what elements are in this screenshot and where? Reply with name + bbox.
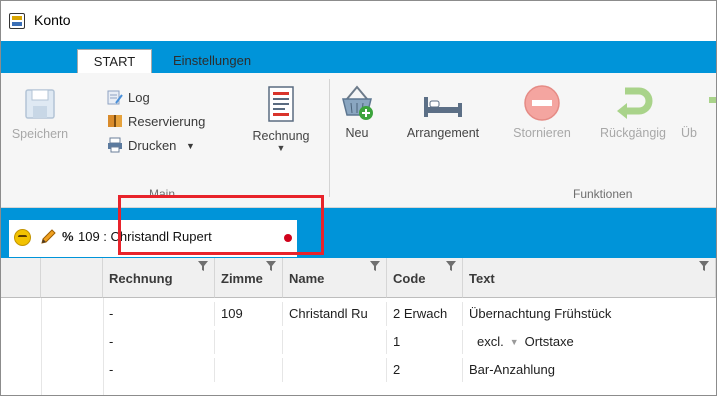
cancel-label: Stornieren [513,126,571,140]
cell-zimmer: 109 [215,302,283,326]
reservation-label: Reservierung [128,114,206,129]
save-label: Speichern [11,127,69,141]
book-icon [108,115,122,127]
ribbon: Speichern Log Reservierung Drucken ▼ Rec… [1,73,716,208]
group-label-functions: Funktionen [573,187,633,201]
invoice-label: Rechnung [252,129,310,143]
cell-rechnung: - [103,330,215,354]
cancel-button[interactable]: Stornieren [501,83,583,140]
printer-icon [108,137,122,153]
cell-zimmer [215,358,283,382]
column-header-indicator[interactable] [1,258,41,298]
invoice-icon [268,86,294,122]
document-tab-bar: % 109 : Christandl Rupert [1,208,716,258]
tax-mode-select[interactable]: excl. [477,334,504,349]
group-separator [329,79,330,197]
cell-code: 2 Erwach [387,302,463,326]
save-button[interactable]: Speichern [5,87,75,141]
reservation-button[interactable]: Reservierung [107,113,205,135]
invoice-button[interactable]: Rechnung ▼ [239,85,323,153]
cell-zimmer [215,330,283,354]
cell-text: Bar-Anzahlung [469,362,555,377]
log-icon [107,90,123,105]
tab-start[interactable]: START [77,49,152,73]
clipped-button[interactable]: Üb [681,83,716,140]
clipped-label: Üb [681,126,697,140]
print-dropdown-icon[interactable]: ▼ [186,141,195,151]
cell-rechnung: - [103,358,215,382]
cell-text-value: Ortstaxe [524,334,574,349]
basket-add-icon [342,85,373,120]
new-button[interactable]: Neu [335,83,379,140]
column-header-blank[interactable] [41,258,103,298]
cell-code: 2 [387,358,463,382]
filter-icon[interactable] [446,261,456,271]
new-label: Neu [345,126,369,140]
undo-button[interactable]: Rückgängig [591,83,675,140]
chevron-down-icon[interactable]: ▼ [510,337,519,347]
cell-text: Übernachtung Frühstück [469,306,612,321]
filter-icon[interactable] [370,261,380,271]
column-header-code[interactable]: Code [387,258,463,298]
document-tab-label: 109 : Christandl Rupert [78,229,212,244]
filter-icon[interactable] [699,261,709,271]
column-header-zimmer[interactable]: Zimme [215,258,283,298]
cell-text: excl. ▼ Ortstaxe [463,330,716,354]
konto-window: Konto START Einstellungen Speichern Log [0,0,717,396]
unsaved-indicator-dot [284,234,292,242]
column-header-rechnung[interactable]: Rechnung [103,258,215,298]
undo-arrow-icon [617,87,653,119]
ribbon-tab-strip: START Einstellungen [1,41,716,73]
tab-einstellungen[interactable]: Einstellungen [163,49,273,73]
arrangement-label: Arrangement [406,126,480,140]
smiley-icon [14,229,31,246]
invoice-dropdown-icon[interactable]: ▼ [239,143,323,153]
column-header-label: Name [289,271,325,286]
column-header-label: Rechnung [109,271,173,286]
column-header-name[interactable]: Name [283,258,387,298]
column-header-label: Code [393,271,426,286]
document-tab[interactable]: % 109 : Christandl Rupert [9,220,297,257]
cell-code: 1 [387,330,463,354]
column-header-label: Zimme [221,271,263,286]
booking-grid: Rechnung Zimme Name Code Text - 109 Chri… [1,258,716,395]
column-header-text[interactable]: Text [463,258,716,298]
undo-label: Rückgängig [599,126,666,140]
bed-icon [424,97,462,117]
print-button[interactable]: Drucken ▼ [107,137,195,159]
arrangement-button[interactable]: Arrangement [393,83,493,140]
filter-icon[interactable] [198,261,208,271]
log-label: Log [128,90,150,105]
app-icon [9,13,25,29]
filter-icon[interactable] [266,261,276,271]
percent-icon[interactable]: % [62,229,74,244]
group-label-main: Main [149,187,176,201]
window-title: Konto [34,12,71,28]
partial-green-icon [709,97,716,103]
log-button[interactable]: Log [107,89,150,111]
minus-circle-icon [524,85,560,121]
column-header-label: Text [469,271,495,286]
grid-divider [41,298,42,395]
cell-name [283,358,387,382]
title-bar: Konto [1,1,716,41]
pencil-icon[interactable] [39,228,57,246]
print-label: Drucken [128,138,177,153]
cell-rechnung: - [103,302,215,326]
cell-name: Christandl Ru [283,302,387,326]
floppy-disk-icon [25,89,55,119]
cell-name [283,330,387,354]
